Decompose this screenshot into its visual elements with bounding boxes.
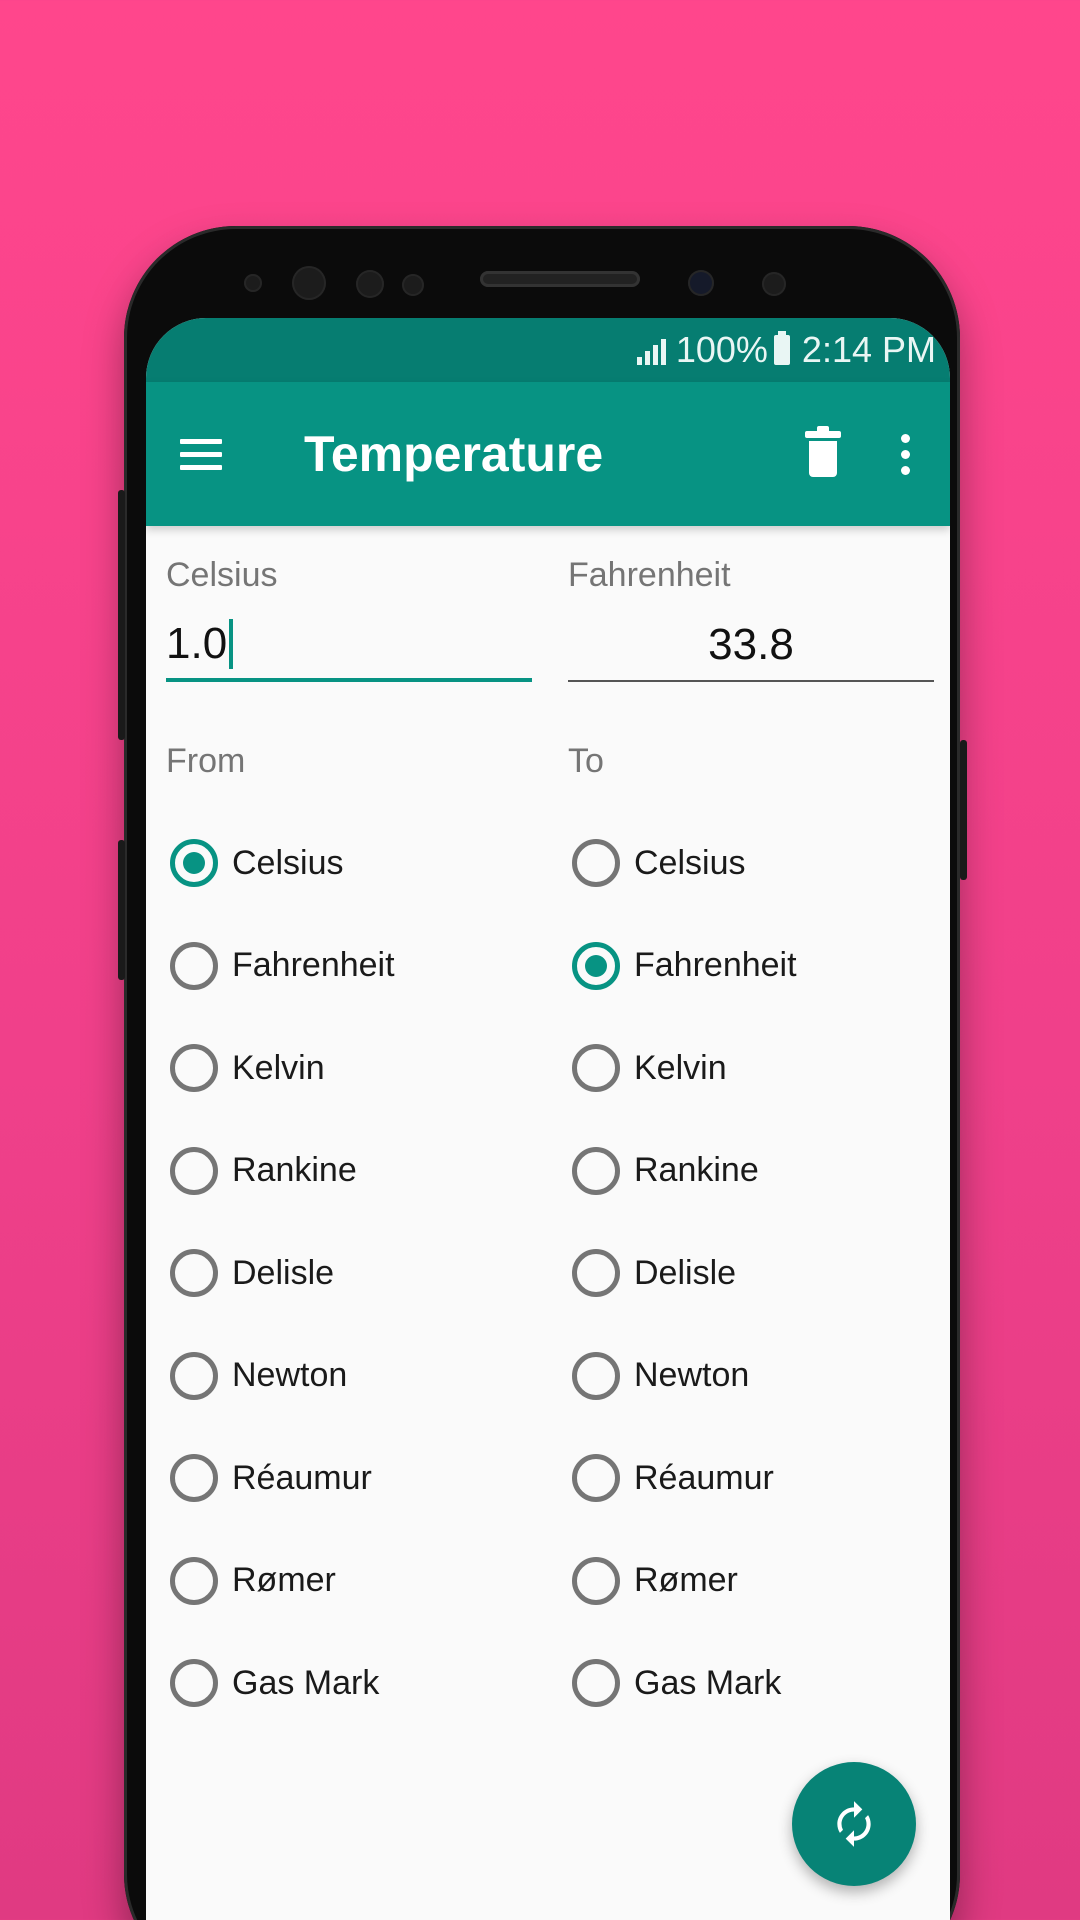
to-option-gas-mark[interactable]: Gas Mark [568,1632,797,1735]
app-screen: 100% 2:14 PM Temperature Celsius 1.0 Fro… [146,318,950,1920]
radio-button[interactable] [170,1659,218,1708]
radio-label: Fahrenheit [232,946,395,985]
to-option-kelvin[interactable]: Kelvin [568,1017,797,1120]
radio-label: Rømer [634,1561,738,1600]
output-value: 33.8 [708,620,794,669]
radio-button[interactable] [170,1454,218,1503]
radio-label: Celsius [634,843,746,882]
radio-label: Gas Mark [232,1663,380,1702]
to-label: To [568,742,604,780]
radio-label: Celsius [232,843,344,882]
radio-label: Delisle [232,1253,335,1292]
radio-label: Kelvin [232,1048,325,1087]
to-option-r-mer[interactable]: Rømer [568,1530,797,1633]
to-option-celsius[interactable]: Celsius [568,812,797,915]
page-title: Temperature [304,426,604,482]
from-option-delisle[interactable]: Delisle [166,1222,395,1325]
radio-button[interactable] [170,839,218,888]
radio-button[interactable] [572,1454,620,1503]
battery-percent: 100% [675,329,768,370]
radio-button[interactable] [572,1044,620,1093]
from-option-fahrenheit[interactable]: Fahrenheit [166,915,395,1018]
radio-button[interactable] [572,1351,620,1400]
menu-icon[interactable] [180,438,222,470]
to-radio-group: Celsius Fahrenheit Kelvin Rankine Delisle New… [568,812,797,1735]
radio-button[interactable] [572,1146,620,1195]
swap-refresh-icon [837,1801,871,1847]
radio-label: Rankine [232,1151,357,1190]
from-option-rankine[interactable]: Rankine [166,1120,395,1223]
radio-button[interactable] [572,1556,620,1605]
radio-label: Rømer [232,1561,336,1600]
radio-label: Réaumur [634,1458,774,1497]
radio-label: Newton [634,1356,750,1395]
input-field[interactable]: 1.0 [166,610,532,682]
radio-label: Kelvin [634,1048,727,1087]
phone-bixby-button [118,840,125,980]
from-option-newton[interactable]: Newton [166,1325,395,1428]
radio-button[interactable] [572,1659,620,1708]
radio-button[interactable] [572,1249,620,1298]
phone-power-button [960,740,967,880]
status-bar: 100% 2:14 PM [146,318,950,382]
sensor-icon [356,270,384,298]
radio-button[interactable] [170,1556,218,1605]
to-option-rankine[interactable]: Rankine [568,1120,797,1223]
radio-button[interactable] [170,1146,218,1195]
to-option-fahrenheit[interactable]: Fahrenheit [568,915,797,1018]
from-option-celsius[interactable]: Celsius [166,812,395,915]
text-caret [229,619,234,669]
output-field[interactable]: 33.8 [568,610,934,682]
radio-label: Gas Mark [634,1663,782,1702]
to-option-r-aumur[interactable]: Réaumur [568,1427,797,1530]
from-option-r-mer[interactable]: Rømer [166,1530,395,1633]
battery-icon [773,331,790,365]
earpiece-speaker [480,271,640,287]
from-label: From [166,742,246,780]
from-option-gas-mark[interactable]: Gas Mark [166,1632,395,1735]
phone-volume-button [118,490,125,740]
signal-icon [636,335,666,365]
more-vert-icon[interactable] [901,433,910,475]
trash-icon[interactable] [805,426,841,477]
radio-button[interactable] [170,1351,218,1400]
sensor-icon [292,266,326,300]
sensor-icon [402,274,424,296]
swap-button[interactable] [792,1762,916,1886]
radio-label: Fahrenheit [634,946,797,985]
radio-button[interactable] [170,1044,218,1093]
app-bar: Temperature [146,382,950,526]
radio-button[interactable] [572,839,620,888]
from-option-r-aumur[interactable]: Réaumur [166,1427,395,1530]
radio-label: Rankine [634,1151,759,1190]
clock: 2:14 PM [801,329,936,370]
to-option-delisle[interactable]: Delisle [568,1222,797,1325]
from-radio-group: Celsius Fahrenheit Kelvin Rankine Delisle New… [166,812,395,1735]
radio-label: Newton [232,1356,348,1395]
sensor-icon [244,274,262,292]
input-value: 1.0 [166,619,228,668]
front-camera-icon [688,270,714,296]
radio-label: Réaumur [232,1458,372,1497]
radio-button[interactable] [170,1249,218,1298]
input-label: Celsius [166,556,278,594]
output-label: Fahrenheit [568,556,731,594]
from-option-kelvin[interactable]: Kelvin [166,1017,395,1120]
radio-button[interactable] [170,941,218,990]
radio-label: Delisle [634,1253,737,1292]
radio-button[interactable] [572,941,620,990]
sensor-icon [762,272,786,296]
to-option-newton[interactable]: Newton [568,1325,797,1428]
